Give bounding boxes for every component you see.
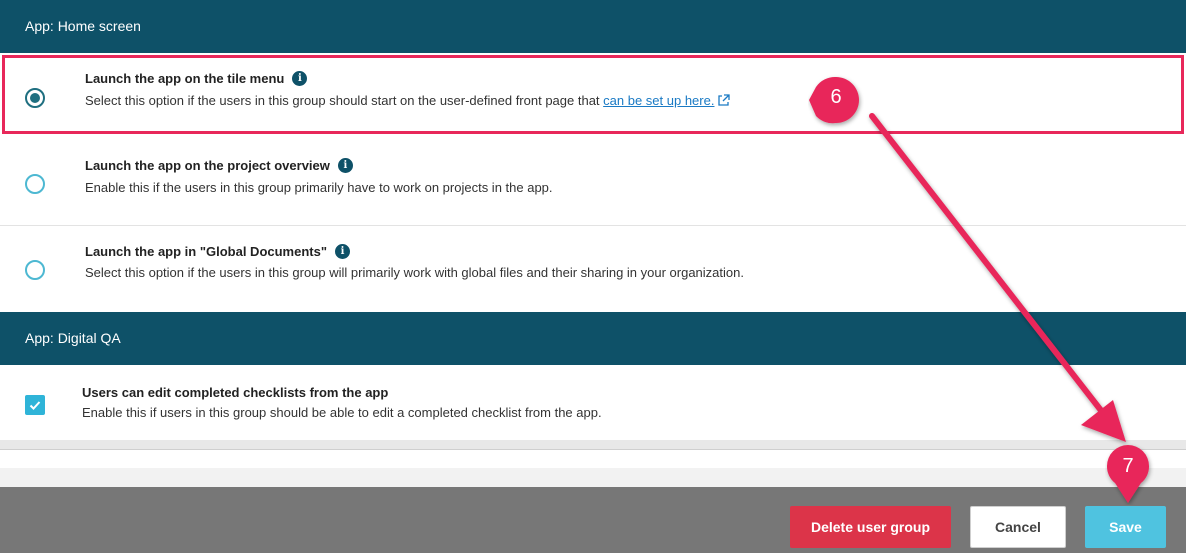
cancel-button[interactable]: Cancel	[970, 506, 1066, 548]
step-6-label: 6	[830, 86, 842, 108]
option-title: Launch the app in "Global Documents" i	[85, 244, 351, 259]
option-title-text: Launch the app on the project overview	[85, 158, 330, 173]
option-description-text: Select this option if the users in this …	[85, 93, 604, 108]
footer-action-bar: Delete user group Cancel Save	[0, 487, 1186, 553]
setup-front-page-link[interactable]: can be set up here.	[603, 93, 731, 108]
step-7-badge: 7	[1105, 443, 1161, 503]
radio-tile-menu[interactable]	[25, 88, 45, 108]
setup-link-text: can be set up here.	[603, 93, 715, 108]
section-header-digital-qa: App: Digital QA	[0, 312, 1186, 365]
option-description: Select this option if the users in this …	[85, 93, 731, 108]
horizontal-scrollbar[interactable]	[0, 440, 1186, 450]
external-link-icon	[718, 94, 731, 106]
step-7-label: 7	[1122, 455, 1134, 477]
info-icon[interactable]: i	[335, 244, 351, 259]
info-icon[interactable]: i	[337, 158, 353, 173]
delete-user-group-button[interactable]: Delete user group	[790, 506, 951, 548]
radio-global-documents[interactable]	[25, 260, 45, 280]
option-title: Launch the app on the project overview i	[85, 158, 353, 173]
option-description: Enable this if the users in this group p…	[85, 180, 553, 195]
option-title: Launch the app on the tile menu i	[85, 71, 308, 86]
option-description: Enable this if users in this group shoul…	[82, 405, 602, 420]
divider	[0, 450, 1186, 468]
option-global-documents[interactable]: Launch the app in "Global Documents" i S…	[0, 226, 1186, 312]
section-header-home-screen: App: Home screen	[0, 0, 1186, 53]
radio-project-overview[interactable]	[25, 174, 45, 194]
option-title-text: Launch the app in "Global Documents"	[85, 244, 328, 259]
save-button[interactable]: Save	[1085, 506, 1166, 548]
info-icon[interactable]: i	[292, 71, 308, 86]
divider	[0, 468, 1186, 487]
checkbox-edit-completed-checklists[interactable]	[25, 395, 45, 415]
option-project-overview[interactable]: Launch the app on the project overview i…	[0, 139, 1186, 226]
step-6-badge: 6	[808, 74, 864, 130]
option-title-text: Launch the app on the tile menu	[85, 71, 285, 86]
option-tile-menu[interactable]: Launch the app on the tile menu i Select…	[0, 53, 1186, 139]
option-title: Users can edit completed checklists from…	[82, 385, 389, 400]
checkmark-icon	[29, 401, 41, 410]
option-edit-completed-checklists[interactable]: Users can edit completed checklists from…	[0, 365, 1186, 440]
option-description: Select this option if the users in this …	[85, 265, 744, 280]
user-group-settings: App: Home screen Launch the app on the t…	[0, 0, 1186, 553]
